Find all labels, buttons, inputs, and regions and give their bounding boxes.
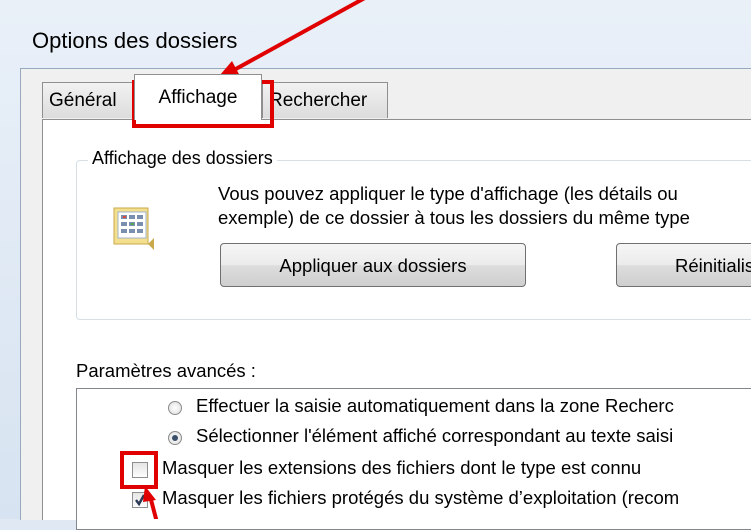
- advanced-settings-label: Paramètres avancés :: [76, 360, 256, 381]
- folder-views-description-line2: exemple) de ce dossier à tous les dossie…: [218, 207, 690, 228]
- tab-affichage[interactable]: Affichage: [134, 74, 262, 120]
- checkmark-icon: [135, 494, 146, 507]
- reset-folders-button[interactable]: Réinitialise: [616, 243, 751, 287]
- folder-views-description-line1: Vous pouvez appliquer le type d'affichag…: [218, 183, 678, 204]
- checkbox-hide-protected-files[interactable]: [132, 492, 148, 508]
- list-item-auto-type-search-label[interactable]: Effectuer la saisie automatiquement dans…: [196, 395, 674, 417]
- window-title: Options des dossiers: [32, 28, 238, 53]
- radio-auto-type-search[interactable]: [168, 401, 182, 415]
- apply-to-folders-button[interactable]: Appliquer aux dossiers: [220, 243, 526, 287]
- folder-view-icon: [113, 207, 154, 250]
- tab-rechercher[interactable]: Rechercher: [262, 82, 388, 118]
- list-item-hide-extensions-label[interactable]: Masquer les extensions des fichiers dont…: [162, 457, 641, 479]
- radio-select-typed-item[interactable]: [168, 431, 182, 445]
- folder-views-group-label: Affichage des dossiers: [88, 148, 277, 169]
- list-item-select-typed-item-label[interactable]: Sélectionner l'élément affiché correspon…: [196, 425, 673, 447]
- tab-general[interactable]: Général: [42, 82, 134, 118]
- list-item-hide-protected-files-label[interactable]: Masquer les fichiers protégés du système…: [162, 487, 679, 509]
- annotation-highlight-checkbox: [120, 451, 158, 489]
